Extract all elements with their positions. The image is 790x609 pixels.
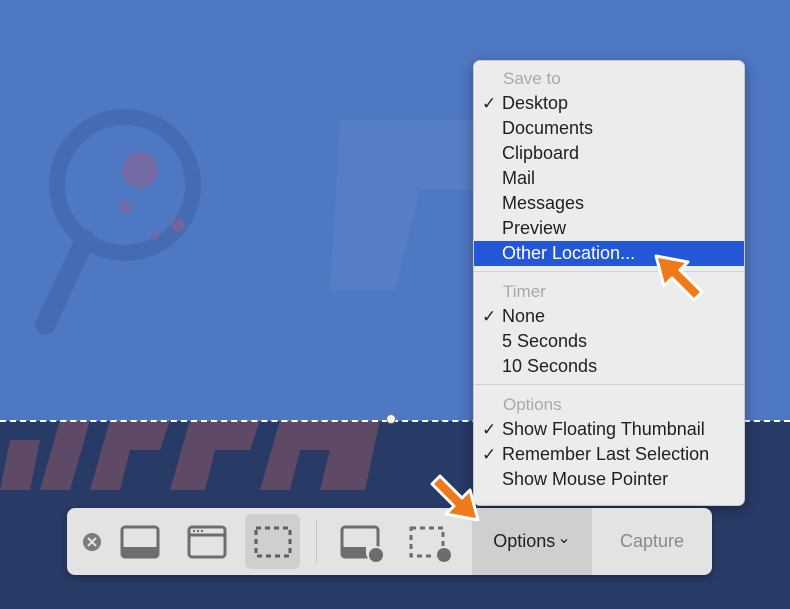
window-icon <box>187 525 227 559</box>
menu-item-label: Clipboard <box>502 143 580 163</box>
capture-selected-portion-button[interactable] <box>245 514 300 569</box>
menu-item-label: 5 Seconds <box>502 331 588 351</box>
toolbar-divider <box>316 520 317 563</box>
menu-separator <box>474 384 744 385</box>
options-button[interactable]: Options ⌄ <box>472 508 592 575</box>
menu-item-label: Other Location... <box>502 243 636 263</box>
menu-item-10-seconds[interactable]: 10 Seconds <box>474 354 744 379</box>
menu-item-preview[interactable]: Preview <box>474 216 744 241</box>
menu-item-show-mouse-pointer[interactable]: Show Mouse Pointer <box>474 467 744 492</box>
menu-item-label: Documents <box>502 118 594 138</box>
menu-item-label: Mail <box>502 168 536 188</box>
menu-item-label: 10 Seconds <box>502 356 598 376</box>
checkmark-icon: ✓ <box>482 307 497 326</box>
checkmark-icon: ✓ <box>482 94 497 113</box>
menu-item-label: Show Mouse Pointer <box>502 469 669 489</box>
menu-item-label: Show Floating Thumbnail <box>502 419 705 439</box>
menu-item-label: None <box>502 306 546 326</box>
screen-record-icon <box>340 525 385 564</box>
menu-item-messages[interactable]: Messages <box>474 191 744 216</box>
capture-selected-window-button[interactable] <box>179 514 233 569</box>
menu-section-header: Options <box>503 395 562 414</box>
menu-item-documents[interactable]: Documents <box>474 116 744 141</box>
menu-item-clipboard[interactable]: Clipboard <box>474 141 744 166</box>
menu-item-none[interactable]: ✓ None <box>474 304 744 329</box>
menu-item-5-seconds[interactable]: 5 Seconds <box>474 329 744 354</box>
menu-item-desktop[interactable]: ✓ Desktop <box>474 91 744 116</box>
capture-entire-screen-button[interactable] <box>112 514 166 569</box>
options-label: Options <box>493 531 556 551</box>
checkmark-icon: ✓ <box>482 420 497 439</box>
selection-resize-handle[interactable] <box>386 414 396 424</box>
annotation-arrow-icon <box>430 474 480 522</box>
menu-item-show-floating-thumbnail[interactable]: ✓ Show Floating Thumbnail <box>474 417 744 442</box>
screenshot-stage: Save to ✓ Desktop Documents Clipboard Mail Mes… <box>0 0 790 609</box>
close-circle-icon[interactable] <box>82 532 102 552</box>
dashed-rect-record-icon <box>409 526 453 564</box>
menu-section-header: Save to <box>503 69 561 88</box>
record-entire-screen-button[interactable] <box>332 514 392 569</box>
menu-item-label: Messages <box>502 193 585 213</box>
menu-item-label: Remember Last Selection <box>502 444 710 464</box>
capture-button[interactable]: Capture <box>592 508 712 575</box>
menu-item-label: Preview <box>502 218 567 238</box>
chevron-down-icon: ⌄ <box>557 530 571 547</box>
checkmark-icon: ✓ <box>482 445 497 464</box>
menu-item-label: Desktop <box>502 93 569 113</box>
menu-item-mail[interactable]: Mail <box>474 166 744 191</box>
dashed-rect-icon <box>254 526 292 558</box>
menu-item-remember-last-selection[interactable]: ✓ Remember Last Selection <box>474 442 744 467</box>
menu-section-header: Timer <box>503 282 546 301</box>
annotation-arrow-icon <box>654 254 704 302</box>
screen-icon <box>120 525 160 559</box>
screenshot-toolbar: Options ⌄ Capture <box>67 508 712 575</box>
